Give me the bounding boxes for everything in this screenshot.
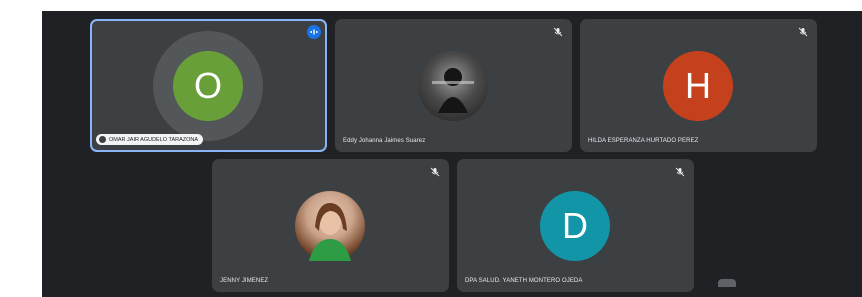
participant-avatar: D xyxy=(540,191,610,261)
participant-avatar: H xyxy=(663,51,733,121)
participant-tile[interactable]: JENNY JIMENEZ xyxy=(212,159,449,292)
participant-name: Eddy Johanna Jaimes Suarez xyxy=(343,138,426,144)
participant-tile[interactable]: H HILDA ESPERANZA HURTADO PEREZ xyxy=(580,19,817,152)
participant-avatar-photo xyxy=(418,51,488,121)
mic-off-icon xyxy=(430,167,440,177)
avatar-initial: H xyxy=(685,65,711,106)
meeting-grid: O OMAR JAIR AGUDELO TARAZONA Eddy Johann… xyxy=(42,11,862,297)
pin-icon xyxy=(99,136,106,143)
profile-photo-icon xyxy=(309,203,351,261)
participant-name: JENNY JIMENEZ xyxy=(220,278,269,284)
participant-tile[interactable]: O OMAR JAIR AGUDELO TARAZONA xyxy=(90,19,327,152)
mic-off-icon xyxy=(553,27,563,37)
participant-name-pill: OMAR JAIR AGUDELO TARAZONA xyxy=(96,134,204,145)
participant-name: HILDA ESPERANZA HURTADO PEREZ xyxy=(588,138,699,144)
participant-name: OMAR JAIR AGUDELO TARAZONA xyxy=(109,136,199,143)
avatar-initial: O xyxy=(193,65,222,106)
participant-avatar-photo xyxy=(295,191,365,261)
participant-avatar: O xyxy=(173,51,243,121)
profile-photo-icon xyxy=(432,68,474,113)
scroll-handle[interactable] xyxy=(718,279,736,287)
avatar-initial: D xyxy=(562,205,588,246)
participant-tile[interactable]: Eddy Johanna Jaimes Suarez xyxy=(335,19,572,152)
participant-name: DPA SALUD. YANETH MONTERO OJEDA xyxy=(465,278,583,284)
mic-off-icon xyxy=(798,27,808,37)
participant-tile[interactable]: D DPA SALUD. YANETH MONTERO OJEDA xyxy=(457,159,694,292)
speaking-icon xyxy=(307,25,321,39)
mic-off-icon xyxy=(675,167,685,177)
